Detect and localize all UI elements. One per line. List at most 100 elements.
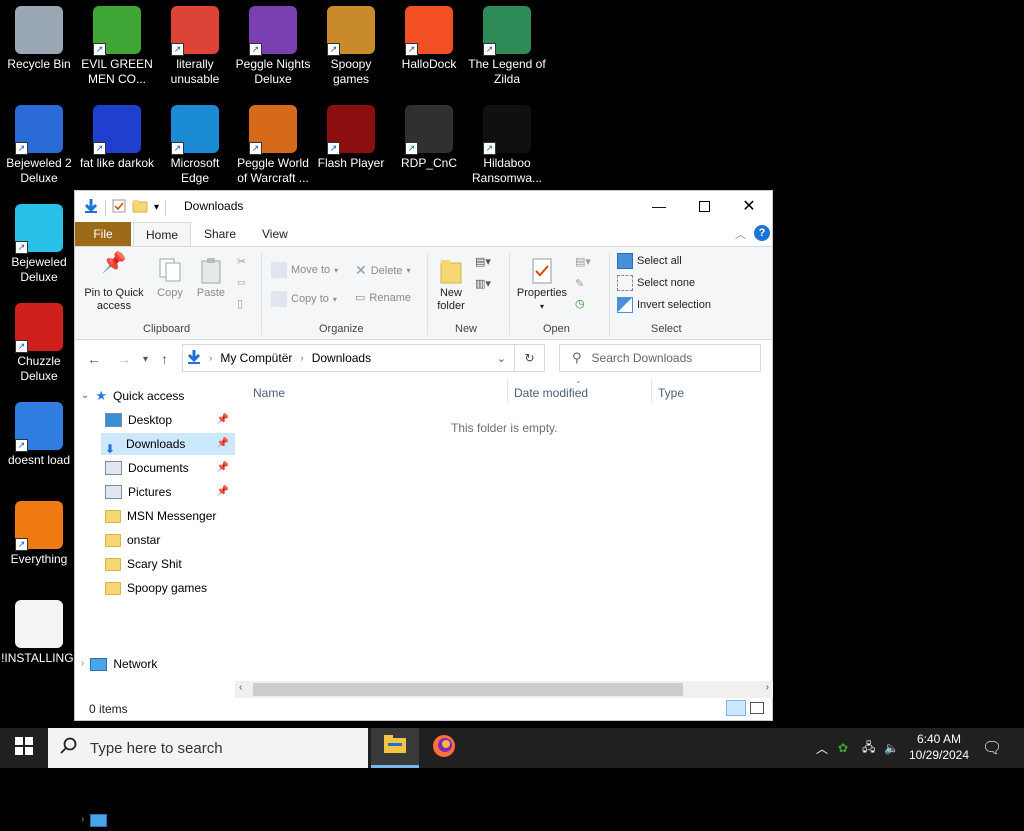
pinned-icon[interactable]: 📌 xyxy=(217,457,229,479)
column-header-type[interactable]: Type xyxy=(658,386,684,400)
scrollbar-thumb[interactable] xyxy=(253,683,683,696)
pin-to-quick-access-button[interactable]: 📌 Pin to Quick access xyxy=(81,253,147,313)
tab-share[interactable]: Share xyxy=(192,222,248,246)
nav-my-computer[interactable]: › My Compütër xyxy=(81,809,231,831)
history-icon[interactable]: ◷ xyxy=(575,297,585,310)
properties-check-icon[interactable] xyxy=(112,199,126,216)
tab-view[interactable]: View xyxy=(250,222,300,246)
taskbar-firefox[interactable] xyxy=(420,728,468,768)
forward-arrow-icon[interactable]: → xyxy=(117,351,131,367)
msn-tray-icon[interactable]: ✿ xyxy=(838,728,848,768)
start-button[interactable] xyxy=(0,728,48,768)
scroll-right-icon[interactable]: › xyxy=(766,682,769,693)
new-item-icon[interactable]: ▤▾ xyxy=(475,255,491,268)
desktop-icon[interactable]: ↗ Flash Player xyxy=(312,105,390,171)
paste-button[interactable]: Paste xyxy=(193,257,229,300)
network-tray-icon[interactable]: 🖧 xyxy=(862,728,875,768)
rename-button[interactable]: ▭ Rename xyxy=(355,291,411,305)
copy-path-icon[interactable]: ▭ xyxy=(237,277,246,288)
open-icon[interactable]: ▤▾ xyxy=(575,255,591,268)
taskbar-search-box[interactable]: Type here to search xyxy=(48,728,368,768)
desktop-icon[interactable]: Recycle Bin xyxy=(0,6,78,72)
breadcrumb-chevron-icon[interactable]: › xyxy=(300,353,303,364)
nav-quick-access[interactable]: ⌄ ★ Quick access xyxy=(81,385,231,407)
collapse-ribbon-icon[interactable]: ︿ xyxy=(735,226,746,242)
column-header-name[interactable]: Name xyxy=(253,386,285,400)
desktop-icon[interactable]: ↗ RDP_CnC xyxy=(390,105,468,171)
maximize-button[interactable] xyxy=(681,191,727,221)
up-arrow-icon[interactable]: ↑ xyxy=(161,351,168,367)
address-dropdown-icon[interactable]: ⌄ xyxy=(497,352,506,365)
tab-home[interactable]: Home xyxy=(133,222,192,247)
desktop-icon[interactable]: ↗ Peggle Nights Deluxe xyxy=(234,6,312,87)
desktop-icon[interactable]: ↗ Everything xyxy=(0,501,78,567)
desktop-icon[interactable]: ↗ Microsoft Edge xyxy=(156,105,234,186)
easy-access-icon[interactable]: ▥▾ xyxy=(475,277,491,290)
large-icons-view-icon[interactable] xyxy=(750,702,764,714)
clock[interactable]: 6:40 AM 10/29/2024 xyxy=(904,731,974,763)
desktop-icon[interactable]: ↗ Bejeweled 2 Deluxe xyxy=(0,105,78,186)
minimize-button[interactable]: — xyxy=(636,191,682,221)
address-bar[interactable]: › My Compütër › Downloads ⌄ xyxy=(182,344,515,372)
breadcrumb-current[interactable]: Downloads xyxy=(312,351,371,365)
nav-item[interactable]: MSN Messenger xyxy=(101,505,235,527)
title-bar[interactable]: ▾ Downloads — ✕ xyxy=(75,191,772,221)
close-button[interactable]: ✕ xyxy=(726,191,772,221)
column-separator[interactable] xyxy=(507,379,508,403)
breadcrumb-chevron-icon[interactable]: › xyxy=(209,353,212,364)
properties-button[interactable]: Properties ▾ xyxy=(513,257,571,313)
volume-icon[interactable]: 🔈 xyxy=(884,728,899,768)
desktop-icon[interactable]: ↗ Bejeweled Deluxe xyxy=(0,204,78,285)
scroll-left-icon[interactable]: ‹ xyxy=(239,682,242,693)
invert-selection-button[interactable]: Invert selection xyxy=(617,297,711,313)
pinned-icon[interactable]: 📌 xyxy=(217,433,229,455)
delete-button[interactable]: ✕ Delete ▾ xyxy=(355,262,411,279)
customize-toolbar-chevron-icon[interactable]: ▾ xyxy=(154,202,159,213)
search-box[interactable]: ⚲ Search Downloads xyxy=(559,344,761,372)
desktop-icon[interactable]: ↗ The Legend of Zilda xyxy=(468,6,546,87)
help-icon[interactable]: ? xyxy=(754,225,770,241)
show-hidden-icons-chevron-icon[interactable]: ︿ xyxy=(816,728,828,768)
nav-network[interactable]: › Network xyxy=(81,653,231,675)
copy-button[interactable]: Copy xyxy=(153,257,187,300)
pinned-icon[interactable]: 📌 xyxy=(217,481,229,503)
horizontal-scrollbar[interactable]: ‹ › xyxy=(235,681,773,698)
cut-scissors-icon[interactable]: ✂ xyxy=(237,255,246,268)
desktop-icon[interactable]: !INSTALLING! xyxy=(0,600,78,666)
desktop-icon[interactable]: ↗ HalloDock xyxy=(390,6,468,72)
new-folder-icon[interactable] xyxy=(132,199,148,216)
paste-shortcut-icon[interactable]: ▯ xyxy=(237,297,243,310)
edit-icon[interactable]: ✎ xyxy=(575,277,584,290)
desktop-icon[interactable]: ↗ Peggle World of Warcraft ... xyxy=(234,105,312,186)
nav-item[interactable]: Desktop 📌 xyxy=(101,409,235,431)
select-all-button[interactable]: Select all xyxy=(617,253,682,269)
desktop-icon[interactable]: ↗ Hildaboo Ransomwa... xyxy=(468,105,546,186)
column-header-date-modified[interactable]: Date modified xyxy=(514,386,588,400)
notifications-icon[interactable]: 🗨 xyxy=(982,728,1002,768)
select-none-button[interactable]: Select none xyxy=(617,275,695,291)
copy-to-button[interactable]: Copy to ▾ xyxy=(271,291,337,307)
desktop-icon[interactable]: ↗ literally unusable xyxy=(156,6,234,87)
nav-item[interactable]: Documents 📌 xyxy=(101,457,235,479)
breadcrumb-root[interactable]: My Compütër xyxy=(220,351,292,365)
nav-item[interactable]: Spoopy games xyxy=(101,577,235,599)
desktop-icon[interactable]: ↗ Chuzzle Deluxe xyxy=(0,303,78,384)
new-folder-button[interactable]: New folder xyxy=(431,257,471,313)
nav-item[interactable]: onstar xyxy=(101,529,235,551)
back-arrow-icon[interactable]: ← xyxy=(87,351,101,367)
desktop-icon[interactable]: ↗ doesnt load xyxy=(0,402,78,468)
taskbar-file-explorer[interactable] xyxy=(371,728,419,768)
pinned-icon[interactable]: 📌 xyxy=(217,409,229,431)
nav-item[interactable]: ⬇ Downloads 📌 xyxy=(101,433,235,456)
column-separator[interactable] xyxy=(651,379,652,403)
nav-item[interactable]: Pictures 📌 xyxy=(101,481,235,503)
recent-locations-chevron-icon[interactable]: ▾ xyxy=(143,354,148,365)
nav-item[interactable]: Scary Shit xyxy=(101,553,235,575)
move-to-button[interactable]: Move to ▾ xyxy=(271,262,338,278)
desktop-icon[interactable]: ↗ fat like darkok xyxy=(78,105,156,171)
refresh-button[interactable]: ↻ xyxy=(515,344,545,372)
desktop-icon[interactable]: ↗ Spoopy games xyxy=(312,6,390,87)
tab-file[interactable]: File xyxy=(75,222,131,246)
details-view-icon[interactable] xyxy=(726,700,746,716)
desktop-icon[interactable]: ↗ EVIL GREEN MEN CO... xyxy=(78,6,156,87)
